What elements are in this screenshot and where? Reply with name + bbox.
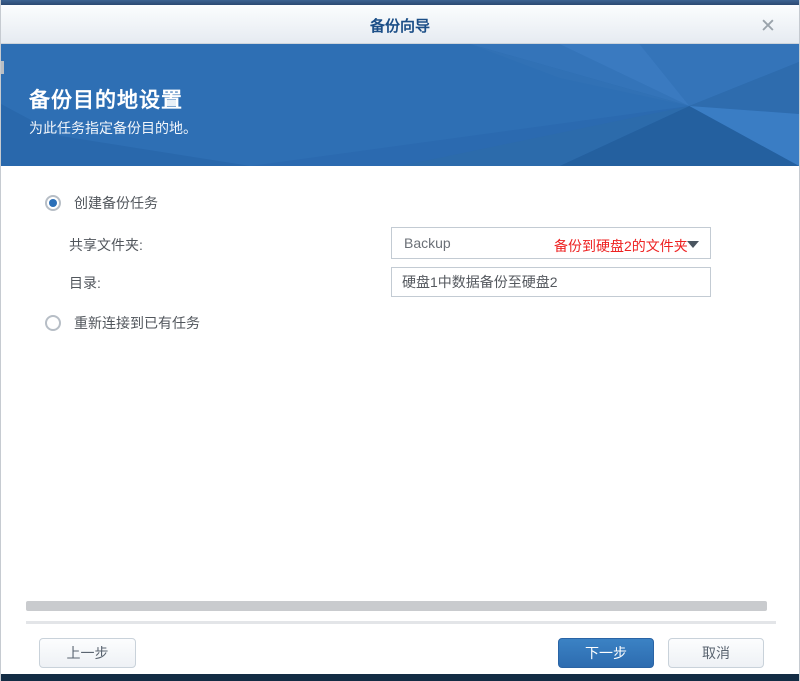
- wizard-step-subtitle: 为此任务指定备份目的地。: [29, 118, 197, 138]
- radio-create-backup-task[interactable]: 创建备份任务: [45, 193, 158, 213]
- wizard-step-title: 备份目的地设置: [29, 84, 183, 114]
- cancel-button[interactable]: 取消: [668, 638, 764, 668]
- wizard-header-banner: 备份目的地设置 为此任务指定备份目的地。: [1, 44, 799, 166]
- horizontal-scrollbar[interactable]: [26, 601, 767, 611]
- window-edge-artifact: [1, 61, 4, 74]
- radio-relink-label: 重新连接到已有任务: [74, 313, 200, 333]
- chevron-down-icon[interactable]: [687, 241, 699, 248]
- close-icon[interactable]: ✕: [755, 13, 781, 39]
- dialog-titlebar[interactable]: 备份向导 ✕: [1, 5, 799, 44]
- window-bottom-strip: [1, 674, 799, 681]
- back-button[interactable]: 上一步: [39, 638, 136, 668]
- directory-label: 目录:: [69, 273, 101, 293]
- radio-relink-existing-task[interactable]: 重新连接到已有任务: [45, 313, 200, 333]
- directory-input[interactable]: [391, 267, 711, 297]
- radio-selected-icon[interactable]: [45, 195, 61, 211]
- backup-wizard-dialog: 备份向导 ✕ 备份目的地设置 为此任务指定备份目的地。 创建备份任务 共享文件夹…: [0, 0, 800, 681]
- radio-unselected-icon[interactable]: [45, 315, 61, 331]
- radio-create-label: 创建备份任务: [74, 193, 158, 213]
- next-button[interactable]: 下一步: [558, 638, 654, 668]
- annotation-text: 备份到硬盘2的文件夹: [554, 236, 688, 256]
- shared-folder-label: 共享文件夹:: [69, 235, 143, 255]
- shared-folder-value: Backup: [404, 235, 451, 251]
- shared-folder-select[interactable]: Backup 备份到硬盘2的文件夹: [391, 227, 711, 259]
- dialog-title: 备份向导: [1, 15, 799, 36]
- footer-divider: [26, 621, 776, 624]
